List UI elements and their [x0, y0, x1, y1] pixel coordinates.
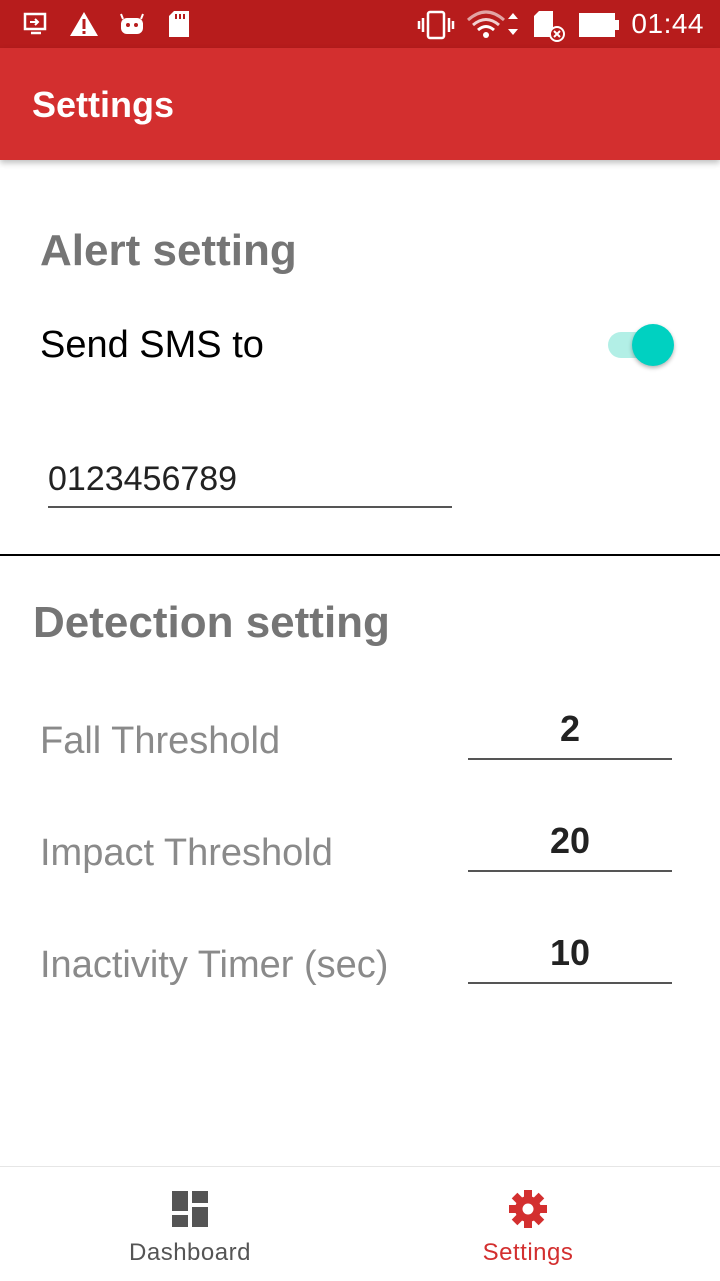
phone-number-field[interactable]: 0123456789	[48, 452, 452, 508]
nav-label-dashboard: Dashboard	[129, 1239, 251, 1266]
wifi-icon	[466, 10, 520, 45]
android-icon	[118, 10, 146, 43]
send-sms-label: Send SMS to	[40, 324, 264, 366]
alert-setting-heading: Alert setting	[40, 226, 297, 275]
detection-setting-heading: Detection setting	[33, 598, 390, 647]
status-bar: 01:44	[0, 0, 720, 48]
screen-cast-icon	[22, 10, 50, 43]
nav-label-settings: Settings	[482, 1239, 574, 1266]
sd-card-icon	[166, 10, 192, 43]
page-title: Settings	[32, 84, 175, 125]
bottom-navigation: Dashboard Settings	[0, 1166, 720, 1281]
vibrate-icon	[416, 10, 456, 45]
sd-card-error-icon	[532, 10, 568, 47]
inactivity-timer-label: Inactivity Timer (sec)	[40, 944, 389, 986]
app-bar: Settings	[0, 48, 720, 160]
nav-item-dashboard[interactable]: Dashboard	[10, 1167, 370, 1281]
nav-item-settings[interactable]: Settings	[348, 1167, 708, 1281]
status-time: 01:44	[631, 8, 704, 39]
fall-threshold-field[interactable]: 2	[468, 700, 672, 760]
toggle-thumb	[632, 324, 674, 366]
section-divider	[0, 554, 720, 556]
warning-icon	[68, 10, 100, 43]
gear-icon	[508, 1189, 548, 1229]
dashboard-icon	[170, 1189, 210, 1229]
battery-icon	[578, 12, 620, 43]
impact-threshold-field[interactable]: 20	[468, 812, 672, 872]
fall-threshold-label: Fall Threshold	[40, 720, 281, 762]
inactivity-timer-field[interactable]: 10	[468, 924, 672, 984]
send-sms-toggle[interactable]	[606, 322, 676, 368]
impact-threshold-label: Impact Threshold	[40, 832, 333, 874]
